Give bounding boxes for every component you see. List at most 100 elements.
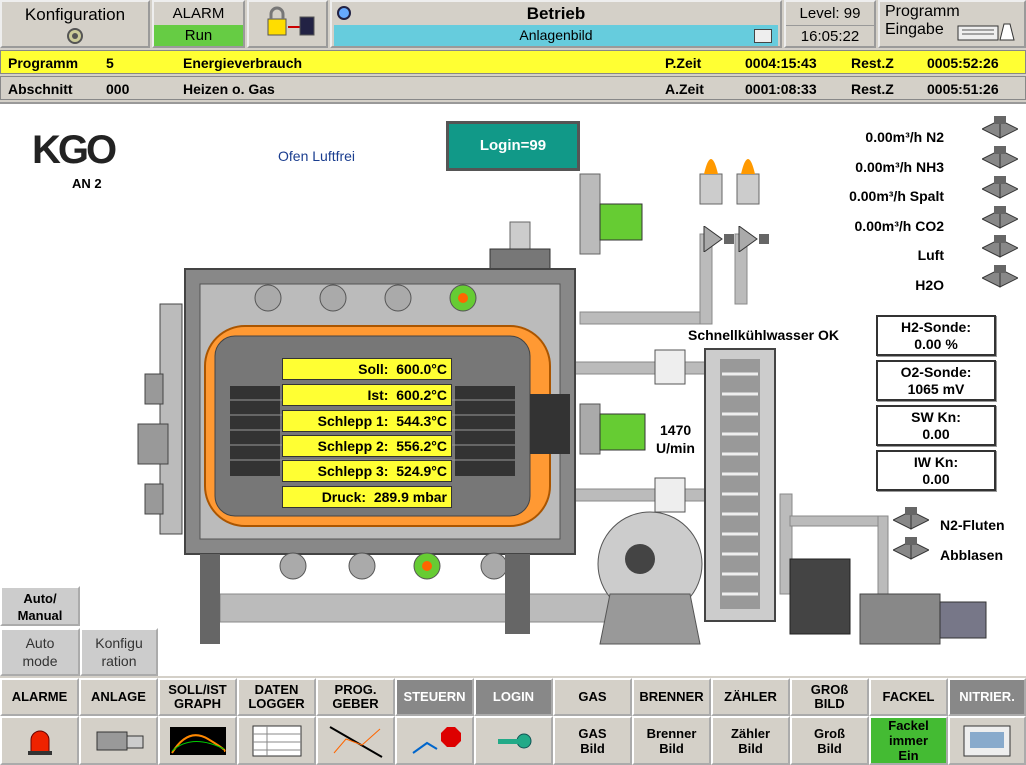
gross-bild-button[interactable]: Groß Bild [790, 716, 869, 765]
run-status: Run [154, 25, 243, 46]
section-label: Abschnitt [8, 81, 73, 97]
section-rest-value: 0005:51:26 [927, 81, 999, 97]
quench-status: Schnellkühlwasser OK [688, 327, 839, 343]
gas-co2: 0.00m³/h CO2 [854, 218, 944, 234]
program-entry-line1: Programm [885, 3, 960, 20]
nav-nitrier[interactable]: NITRIER. [948, 678, 1026, 716]
mode-title: Betrieb [526, 4, 586, 23]
data-logger-button[interactable] [237, 716, 316, 765]
valve-nh3-icon[interactable] [982, 146, 1018, 172]
nav-prog-geber[interactable]: PROG. GEBER [316, 678, 395, 716]
lock-button[interactable] [247, 0, 328, 48]
refresh-icon[interactable] [337, 6, 351, 20]
ptime-label: P.Zeit [665, 55, 702, 71]
fackel-on-button[interactable]: Fackel immer Ein [869, 716, 948, 765]
level-panel: Level: 99 16:05:22 [784, 0, 876, 48]
login-button[interactable]: Login=99 [446, 121, 580, 171]
config-label: Konfiguration [24, 5, 126, 24]
screen-icon [754, 29, 772, 43]
nitrier-image-button[interactable] [948, 716, 1026, 765]
nav-zaehler[interactable]: ZÄHLER [711, 678, 790, 716]
blowoff-label: Abblasen [940, 547, 1004, 563]
valve-n2-icon[interactable] [982, 116, 1018, 142]
section-name: Heizen o. Gas [183, 81, 275, 97]
nav-steuern[interactable]: STEUERN [395, 678, 474, 716]
gas-nh3: 0.00m³/h NH3 [855, 159, 944, 175]
program-bar: Programm 5 Energieverbrauch P.Zeit 0004:… [0, 50, 1026, 74]
program-rest-value: 0005:52:26 [927, 55, 999, 71]
gas-luft: Luft [917, 247, 944, 263]
program-label: Programm [8, 55, 79, 71]
valve-burner1-icon[interactable] [700, 226, 736, 252]
gas-bild-button[interactable]: GAS Bild [553, 716, 632, 765]
login-key-button[interactable] [474, 716, 553, 765]
rpm-unit: U/min [656, 440, 695, 456]
valve-blowoff-icon[interactable] [893, 537, 929, 563]
valve-h2o-icon[interactable] [982, 265, 1018, 291]
stop-control-icon [411, 726, 461, 754]
section-rest-label: Rest.Z [851, 81, 894, 97]
nav-gross-bild[interactable]: GROß BILD [790, 678, 869, 716]
alarm-light-button[interactable] [0, 716, 79, 765]
nav-daten-logger[interactable]: DATEN LOGGER [237, 678, 316, 716]
config-button[interactable]: Konfiguration [0, 0, 150, 48]
reading-ist: Ist: 600.2°C [282, 384, 452, 406]
auto-manual-button[interactable]: Auto/ Manual [0, 586, 80, 626]
mode-panel: Betrieb Anlagenbild [330, 0, 782, 48]
program-generator-button[interactable] [316, 716, 395, 765]
plant-icon [96, 731, 143, 750]
nav-soll-ist-graph[interactable]: SOLL/IST GRAPH [158, 678, 237, 716]
sensor-sw-kn: SW Kn: 0.00 [876, 405, 996, 446]
plant-view: KGO AN 2 Ofen Luftfrei Login=99 Soll: 60… [0, 102, 1026, 676]
clock: 16:05:22 [786, 25, 874, 46]
reading-schlepp2: Schlepp 2: 556.2°C [282, 435, 452, 457]
reading-schlepp3: Schlepp 3: 524.9°C [282, 460, 452, 482]
trend-graph-icon [169, 726, 226, 755]
nav-anlage[interactable]: ANLAGE [79, 678, 158, 716]
nav-fackel[interactable]: FACKEL [869, 678, 948, 716]
company-logo: KGO [32, 128, 117, 173]
valve-burner2-icon[interactable] [735, 226, 771, 252]
program-number: 5 [106, 55, 114, 71]
lock-icon [267, 6, 314, 36]
trend-graph-button[interactable] [158, 716, 237, 765]
section-number: 000 [106, 81, 130, 97]
valve-co2-icon[interactable] [982, 206, 1018, 232]
rpm-value: 1470 [660, 422, 692, 438]
config-ration-button[interactable]: Konfigu ration [80, 628, 158, 676]
program-rest-label: Rest.Z [851, 55, 894, 71]
gas-spalt: 0.00m³/h Spalt [849, 188, 944, 204]
logo-text: KGO [32, 128, 117, 172]
brenner-bild-button[interactable]: Brenner Bild [632, 716, 711, 765]
alarm-light-icon [27, 730, 52, 755]
gas-n2: 0.00m³/h N2 [865, 129, 944, 145]
valve-spalt-icon[interactable] [982, 176, 1018, 202]
reading-schlepp1: Schlepp 1: 544.3°C [282, 410, 452, 432]
key-icon [497, 733, 531, 748]
reading-druck: Druck: 289.9 mbar [282, 486, 452, 508]
nav-gas[interactable]: GAS [553, 678, 632, 716]
alarm-panel[interactable]: ALARM Run [152, 0, 245, 48]
atime-label: A.Zeit [665, 81, 704, 97]
ptime-value: 0004:15:43 [745, 55, 817, 71]
plant-icon-button[interactable] [79, 716, 158, 765]
valve-n2-flood-icon[interactable] [893, 507, 929, 533]
nav-brenner[interactable]: BRENNER [632, 678, 711, 716]
data-logger-icon [252, 725, 301, 756]
nav-alarme[interactable]: ALARME [0, 678, 79, 716]
program-name: Energieverbrauch [183, 55, 303, 71]
keyboard-icon [957, 23, 1015, 41]
valve-luft-icon[interactable] [982, 235, 1018, 261]
program-entry-button[interactable]: Programm Eingabe [878, 0, 1026, 48]
sensor-iw-kn: IW Kn: 0.00 [876, 450, 996, 491]
furnace-status: Ofen Luftfrei [278, 148, 356, 164]
level-label: Level: 99 [799, 5, 861, 22]
zaehler-bild-button[interactable]: Zähler Bild [711, 716, 790, 765]
program-generator-icon [329, 725, 382, 758]
screen-image-icon [963, 725, 1011, 756]
section-bar: Abschnitt 000 Heizen o. Gas A.Zeit 0001:… [0, 76, 1026, 100]
nav-login[interactable]: LOGIN [474, 678, 553, 716]
auto-mode-button[interactable]: Auto mode [0, 628, 80, 676]
control-button[interactable] [395, 716, 474, 765]
reading-soll: Soll: 600.0°C [282, 358, 452, 380]
